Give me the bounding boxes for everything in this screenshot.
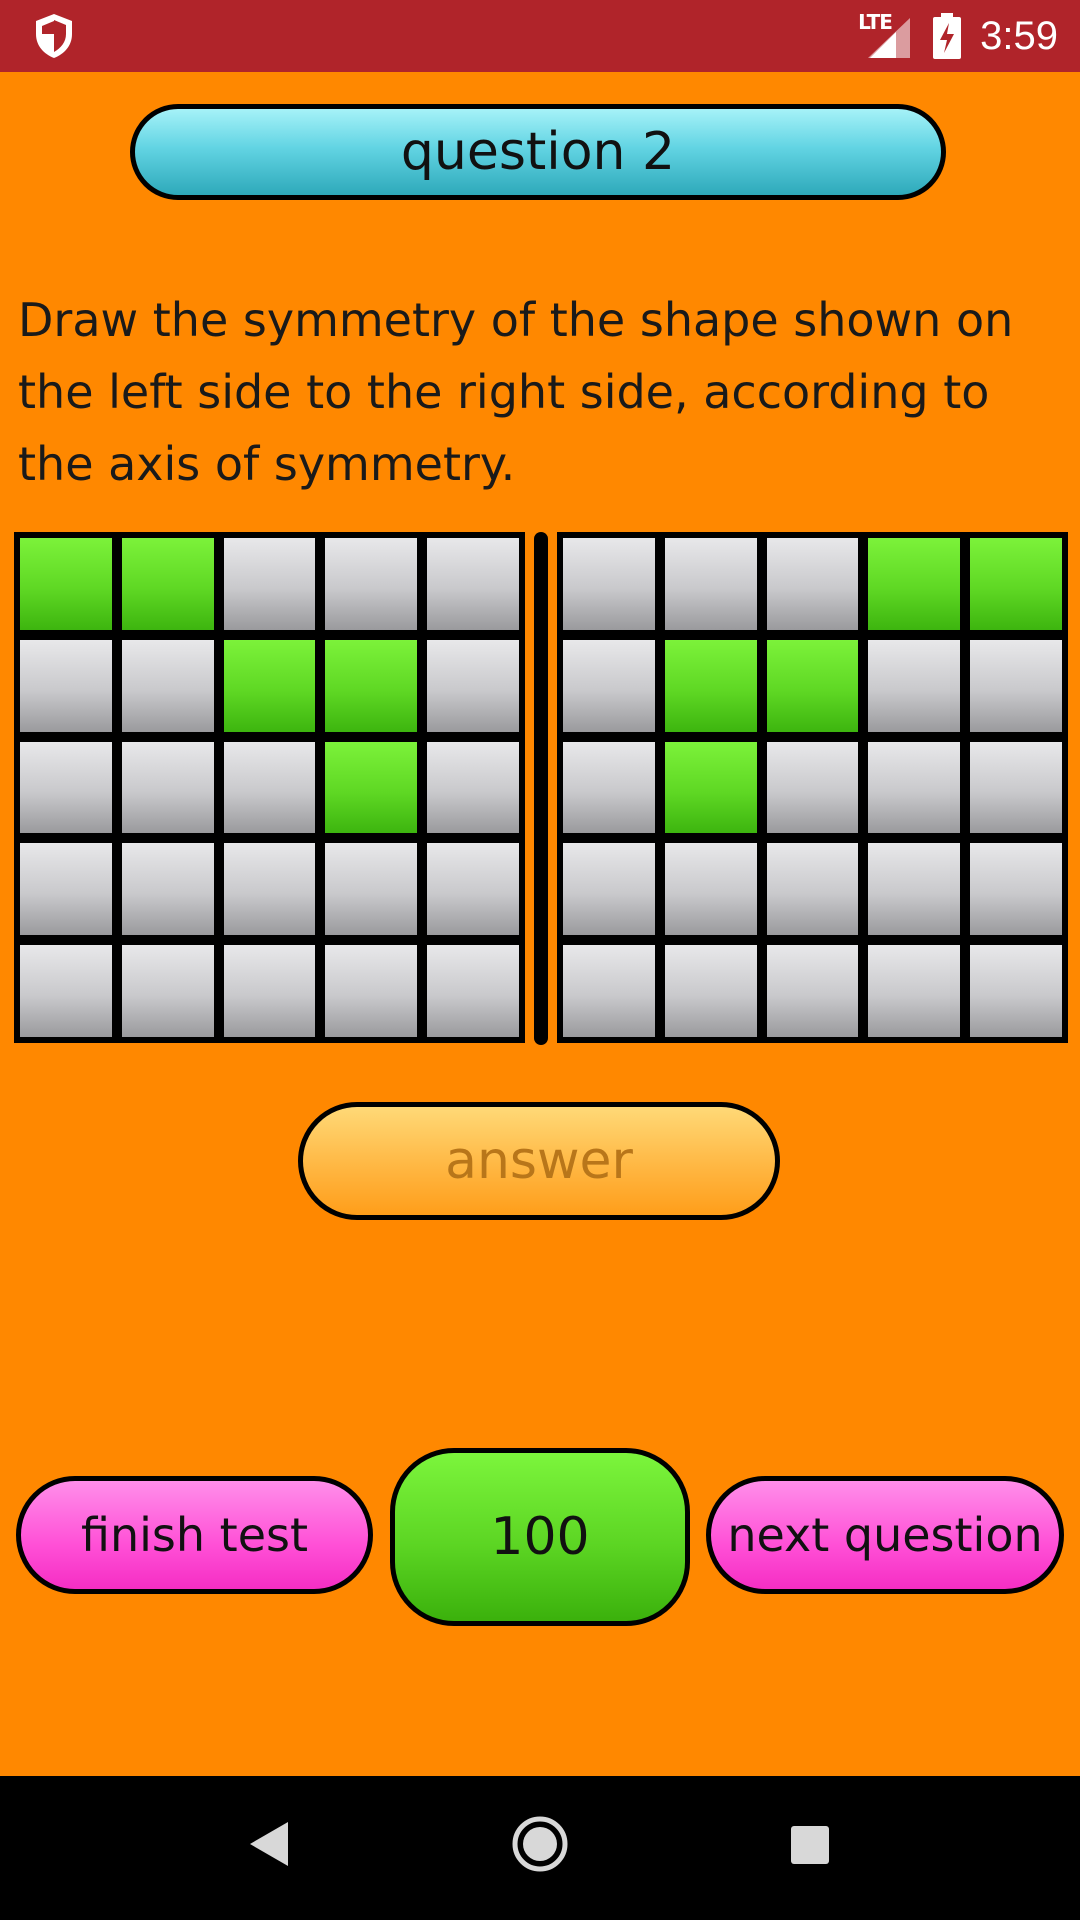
right-grid-cell[interactable] [563,538,655,630]
navigation-bar [0,1776,1080,1920]
right-grid-cell[interactable] [868,741,961,834]
right-grid-cell[interactable] [766,639,859,732]
right-grid-cell[interactable] [766,945,859,1037]
right-grid-cell[interactable] [868,945,961,1037]
left-grid-cell [427,639,519,732]
finish-test-button[interactable]: finish test [16,1476,373,1594]
left-grid-cell [20,945,112,1037]
right-grid-cell[interactable] [563,945,655,1037]
shield-icon [36,14,72,58]
right-grid-cell[interactable] [970,741,1062,834]
right-grid-cell[interactable] [970,538,1062,630]
right-grid-cell[interactable] [563,741,655,834]
left-grid-cell [121,741,214,834]
question-title: question 2 [130,104,946,200]
left-grid-cell [223,741,316,834]
right-drawing-grid[interactable] [557,532,1068,1043]
left-grid-cell [121,945,214,1037]
left-grid-cell [325,945,418,1037]
left-grid-cell [20,639,112,732]
right-grid-cell[interactable] [970,639,1062,732]
right-grid-cell[interactable] [868,843,961,936]
score-display: 100 [390,1448,690,1626]
right-grid-cell[interactable] [664,945,757,1037]
right-grid-cell[interactable] [970,843,1062,936]
left-grid-cell [427,538,519,630]
right-grid-cell[interactable] [664,639,757,732]
left-grid-cell [20,538,112,630]
battery-charging-icon [933,13,962,59]
status-bar: LTE 3:59 [0,0,1080,72]
right-grid-cell[interactable] [766,538,859,630]
back-icon[interactable] [248,1820,290,1868]
signal-icon: LTE [858,10,914,60]
left-grid-cell [325,639,418,732]
symmetry-axis [534,532,548,1045]
home-icon[interactable] [512,1816,568,1872]
right-grid-cell[interactable] [868,538,961,630]
left-grid-cell [223,538,316,630]
left-grid-cell [223,945,316,1037]
right-grid-cell[interactable] [766,741,859,834]
left-grid-cell [427,741,519,834]
right-grid-cell[interactable] [563,639,655,732]
left-grid-cell [325,741,418,834]
left-grid-cell [223,639,316,732]
left-grid-cell [223,843,316,936]
next-question-button[interactable]: next question [706,1476,1064,1594]
answer-button[interactable]: answer [298,1102,780,1220]
left-grid-cell [20,843,112,936]
left-grid-cell [20,741,112,834]
recents-icon[interactable] [791,1826,829,1864]
right-grid-cell[interactable] [664,741,757,834]
question-instructions: Draw the symmetry of the shape shown on … [18,293,1014,491]
clock: 3:59 [980,13,1058,58]
left-grid-cell [121,843,214,936]
left-grid-cell [427,843,519,936]
right-grid-cell[interactable] [970,945,1062,1037]
left-grid-cell [121,538,214,630]
right-grid-cell[interactable] [868,639,961,732]
right-grid-cell[interactable] [766,843,859,936]
status-icons: LTE 3:59 [858,0,1058,72]
left-grid-cell [325,843,418,936]
left-shape-grid [14,532,525,1043]
right-grid-cell[interactable] [563,843,655,936]
right-grid-cell[interactable] [664,538,757,630]
right-grid-cell[interactable] [664,843,757,936]
quiz-screen: question 2 Draw the symmetry of the shap… [0,72,1080,1776]
left-grid-cell [121,639,214,732]
left-grid-cell [427,945,519,1037]
left-grid-cell [325,538,418,630]
